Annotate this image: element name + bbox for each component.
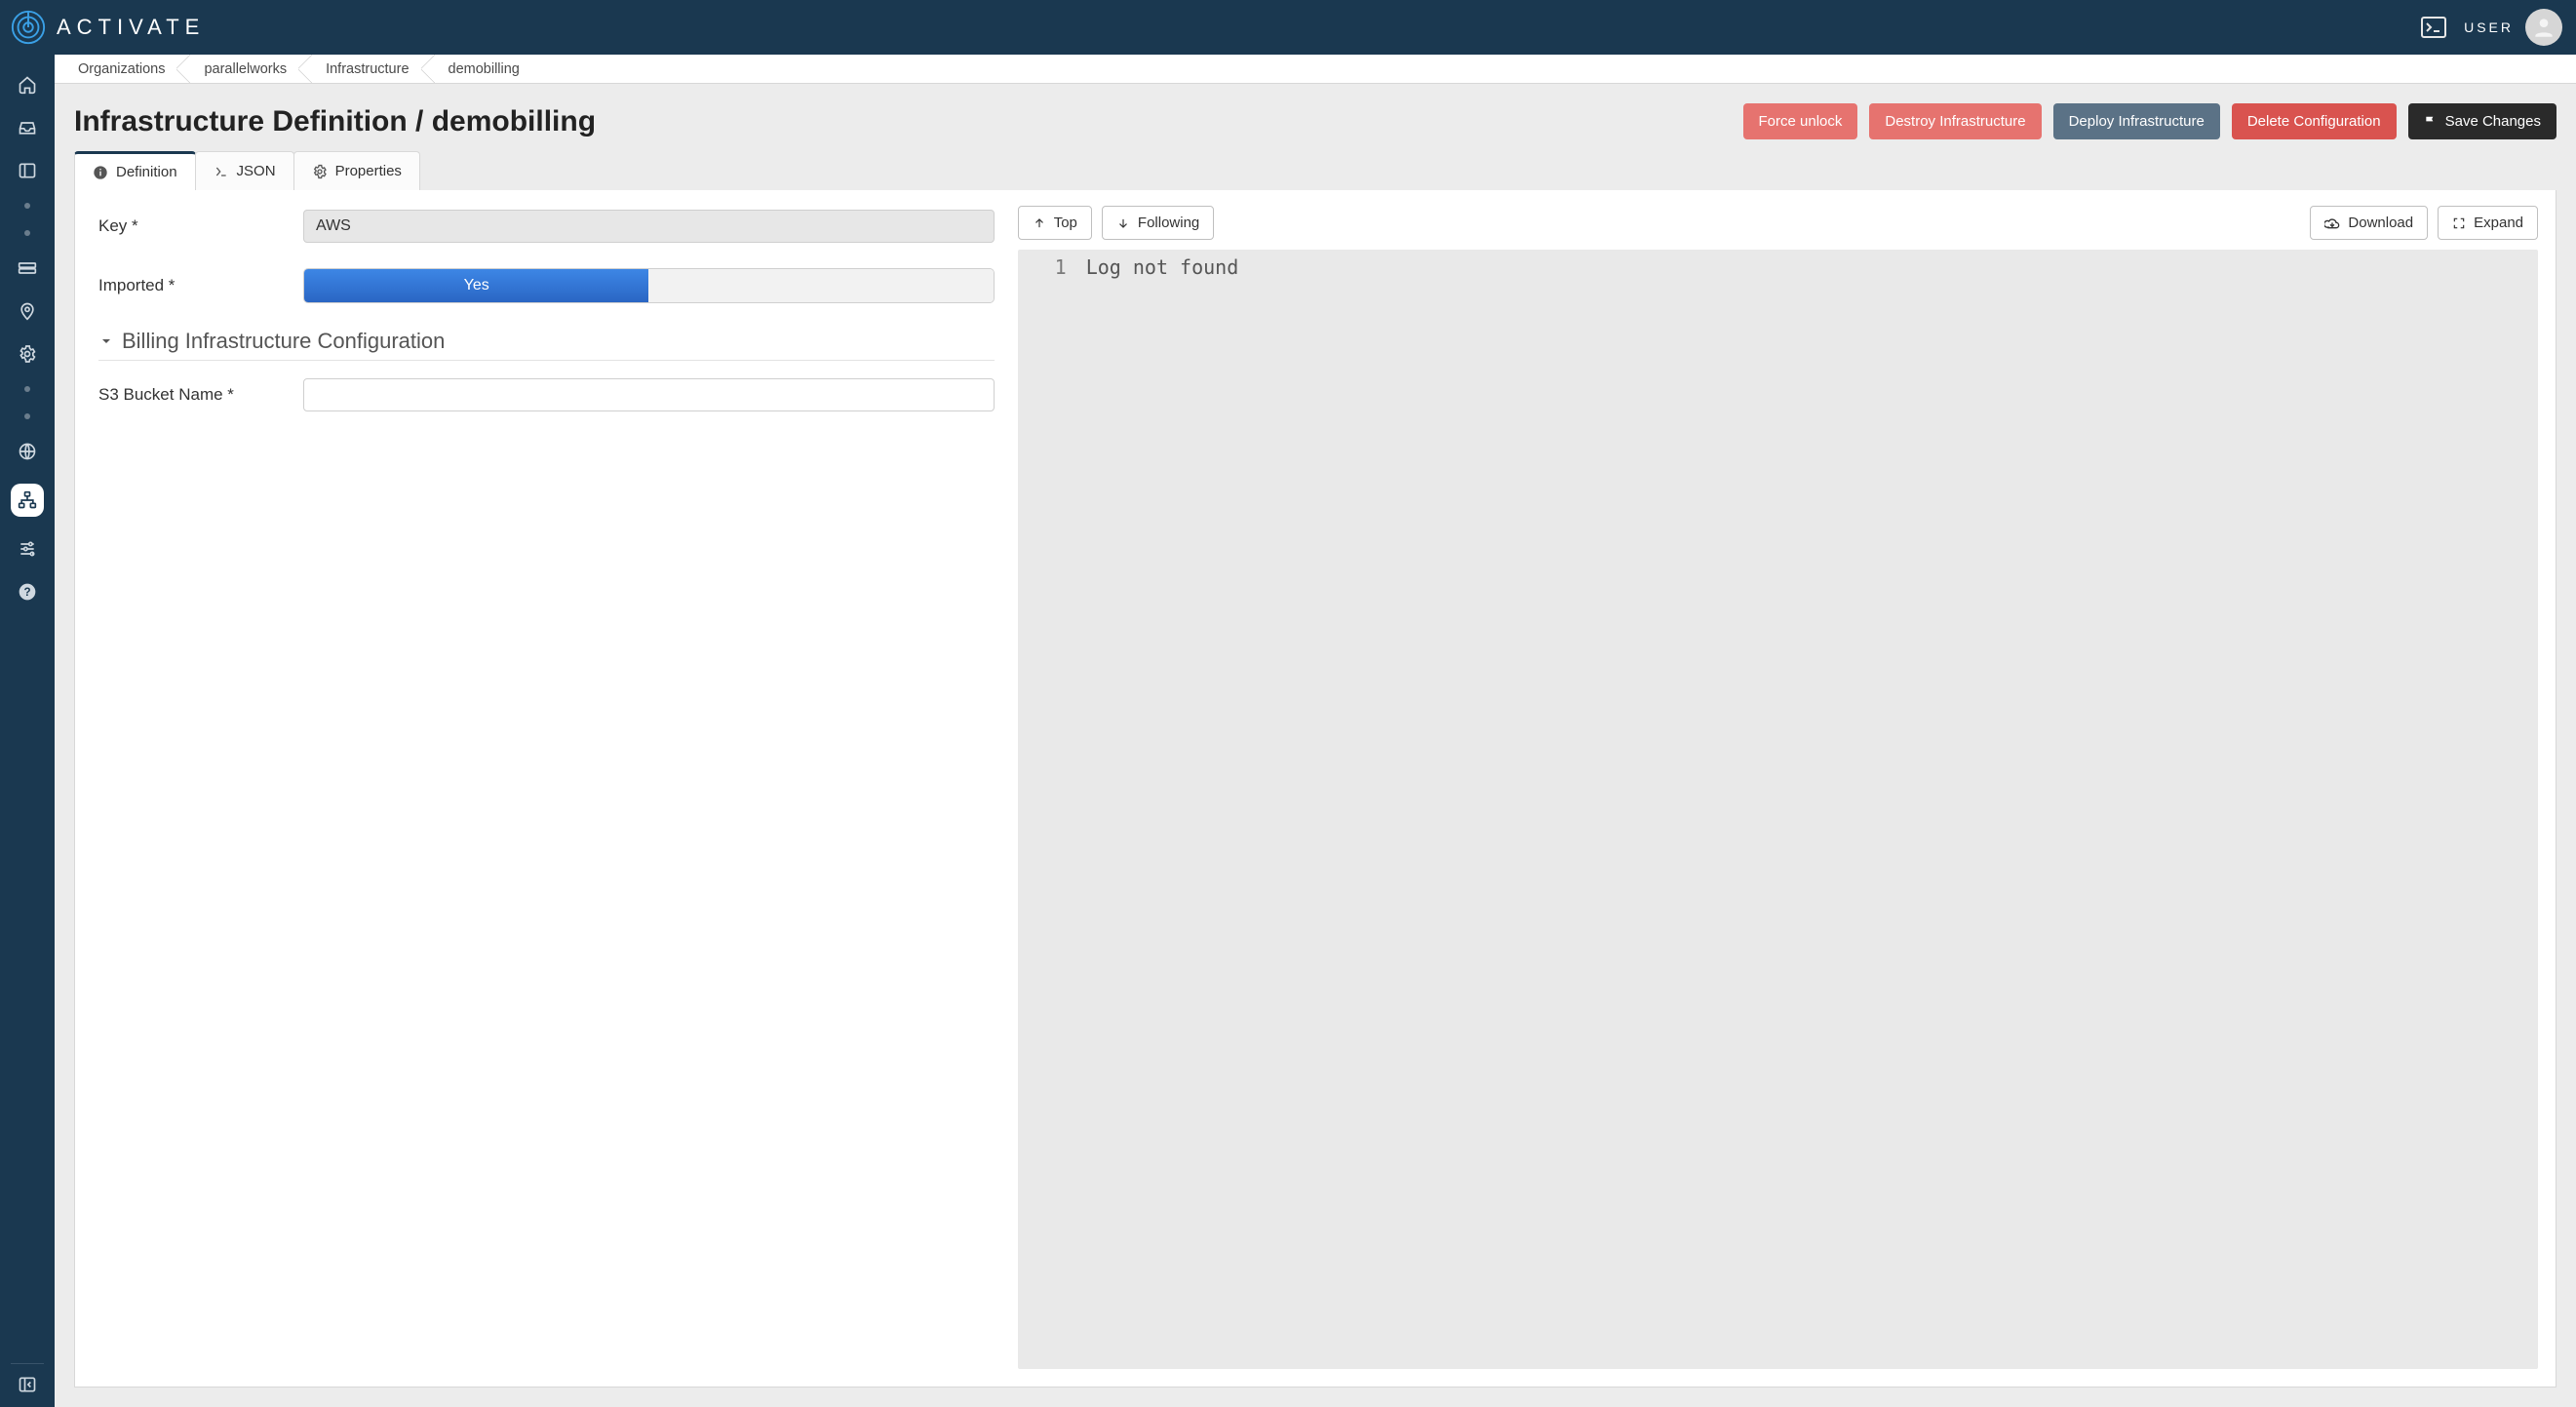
log-following-label: Following xyxy=(1138,215,1199,231)
deploy-button[interactable]: Deploy Infrastructure xyxy=(2053,103,2220,139)
terminal-icon[interactable] xyxy=(2421,17,2446,38)
page-header: Infrastructure Definition / demobilling … xyxy=(55,84,2576,145)
toggle-on[interactable]: Yes xyxy=(304,269,648,302)
prompt-icon xyxy=(214,164,229,179)
gear-icon xyxy=(312,164,328,179)
sliders-icon[interactable] xyxy=(17,538,38,560)
field-imported: Imported * Yes xyxy=(98,268,995,303)
log-top-label: Top xyxy=(1054,215,1077,231)
brand-name: ACTIVATE xyxy=(57,15,205,40)
bucket-input[interactable] xyxy=(303,378,995,411)
imported-label: Imported * xyxy=(98,276,303,295)
expand-icon xyxy=(2452,216,2466,230)
breadcrumb-item[interactable]: Organizations xyxy=(64,55,190,83)
force-unlock-button[interactable]: Force unlock xyxy=(1743,103,1858,139)
breadcrumbs: Organizations parallelworks Infrastructu… xyxy=(55,55,2576,84)
section-title: Billing Infrastructure Configuration xyxy=(122,329,445,354)
rail-divider-dot xyxy=(24,203,30,209)
page-title: Infrastructure Definition / demobilling xyxy=(74,105,1732,138)
log-expand-label: Expand xyxy=(2474,215,2523,231)
user-label[interactable]: USER xyxy=(2464,20,2514,35)
rail-divider-dot xyxy=(24,413,30,419)
save-button-label: Save Changes xyxy=(2445,113,2541,130)
cloud-download-icon xyxy=(2324,216,2340,230)
location-icon[interactable] xyxy=(17,300,38,322)
delete-config-button[interactable]: Delete Configuration xyxy=(2232,103,2397,139)
log-line: 1 Log not found xyxy=(1018,255,2538,279)
log-view[interactable]: 1 Log not found xyxy=(1018,250,2538,1369)
main: Organizations parallelworks Infrastructu… xyxy=(55,55,2576,1407)
topbar: ACTIVATE USER xyxy=(0,0,2576,55)
arrow-up-icon xyxy=(1033,216,1046,230)
field-key: Key * xyxy=(98,210,995,243)
form-column: Key * Imported * Yes xyxy=(75,190,1018,1387)
gear-icon[interactable] xyxy=(17,343,38,365)
breadcrumb-item[interactable]: parallelworks xyxy=(190,55,312,83)
collapse-rail-icon[interactable] xyxy=(17,1374,38,1395)
imported-toggle[interactable]: Yes xyxy=(303,268,995,303)
panel-icon[interactable] xyxy=(17,160,38,181)
log-following-button[interactable]: Following xyxy=(1102,206,1214,240)
infrastructure-icon[interactable] xyxy=(11,484,44,517)
log-download-label: Download xyxy=(2348,215,2413,231)
destroy-button[interactable]: Destroy Infrastructure xyxy=(1869,103,2041,139)
bucket-label: S3 Bucket Name * xyxy=(98,385,303,405)
tabs: Definition JSON Properties xyxy=(55,145,2576,190)
panel: Key * Imported * Yes xyxy=(74,190,2556,1387)
user-avatar[interactable] xyxy=(2525,9,2562,46)
tab-label: JSON xyxy=(237,163,276,179)
log-toolbar: Top Following Download xyxy=(1018,206,2538,240)
brand-mark-icon xyxy=(10,9,47,46)
log-top-button[interactable]: Top xyxy=(1018,206,1092,240)
tab-properties[interactable]: Properties xyxy=(293,151,420,190)
help-icon[interactable]: ? xyxy=(17,581,38,603)
tab-definition[interactable]: Definition xyxy=(74,151,196,190)
tab-label: Properties xyxy=(335,163,402,179)
log-column: Top Following Download xyxy=(1018,190,2556,1387)
key-label: Key * xyxy=(98,216,303,236)
save-button[interactable]: Save Changes xyxy=(2408,103,2556,139)
home-icon[interactable] xyxy=(17,74,38,96)
server-icon[interactable] xyxy=(17,257,38,279)
toggle-off[interactable] xyxy=(648,269,993,302)
log-line-number: 1 xyxy=(1018,255,1086,279)
breadcrumb-item[interactable]: Infrastructure xyxy=(312,55,434,83)
rail-divider-dot xyxy=(24,386,30,392)
arrow-down-icon xyxy=(1116,216,1130,230)
log-download-button[interactable]: Download xyxy=(2310,206,2428,240)
log-expand-button[interactable]: Expand xyxy=(2438,206,2538,240)
rail-divider-dot xyxy=(24,230,30,236)
field-bucket: S3 Bucket Name * xyxy=(98,378,995,411)
section-billing-config[interactable]: Billing Infrastructure Configuration xyxy=(98,329,995,361)
key-input xyxy=(303,210,995,243)
log-line-text: Log not found xyxy=(1086,255,2538,279)
side-rail: ? xyxy=(0,55,55,1407)
brand-logo: ACTIVATE xyxy=(10,9,205,46)
inbox-icon[interactable] xyxy=(17,117,38,138)
breadcrumb-item[interactable]: demobilling xyxy=(435,55,545,83)
flag-icon xyxy=(2424,115,2438,129)
chevron-down-icon xyxy=(98,333,114,349)
svg-text:?: ? xyxy=(23,586,30,599)
info-icon xyxy=(93,165,108,180)
tab-label: Definition xyxy=(116,164,177,180)
globe-icon[interactable] xyxy=(17,441,38,462)
tab-json[interactable]: JSON xyxy=(195,151,294,190)
